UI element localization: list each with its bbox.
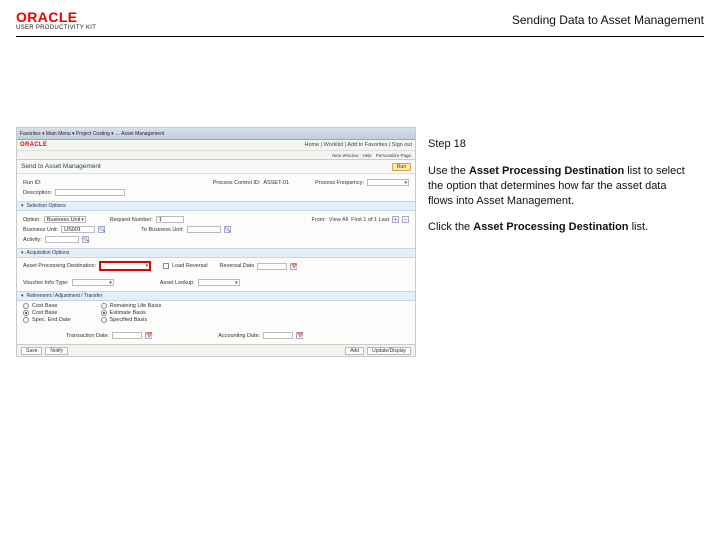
reversal-date-label: Reversal Date: [220, 263, 255, 269]
lookup-icon[interactable]: 🔍: [98, 226, 105, 233]
calendar-icon[interactable]: 📅: [145, 332, 152, 339]
radio-estimate-basis[interactable]: [101, 310, 107, 316]
app-screenshot: Favorites ▾ Main Menu ▾ Project Costing …: [16, 127, 416, 357]
radio-spec-end[interactable]: [23, 317, 29, 323]
calendar-icon[interactable]: 📅: [290, 263, 297, 270]
app-brandstrip: ORACLE Home | Worklist | Add to Favorite…: [17, 140, 415, 151]
app-title-row: Send to Asset Management Run: [17, 160, 415, 174]
acquisition-options-header[interactable]: ▾Acquisition Options: [17, 248, 415, 258]
oracle-mini-logo: ORACLE: [20, 142, 47, 148]
add-row-icon[interactable]: +: [392, 216, 399, 223]
tobu-label: To Business Unit:: [141, 227, 184, 233]
app-breadcrumb-bar: Favorites ▾ Main Menu ▾ Project Costing …: [17, 128, 415, 140]
instruction-panel: Step 18 Use the Asset Processing Destina…: [418, 37, 688, 357]
radio-cost-base-2[interactable]: [23, 310, 29, 316]
app-footer: Save Notify Add Update/Display: [17, 344, 415, 356]
retire-opt: Spec. End Date: [32, 317, 71, 323]
acct-date-label: Accounting Date:: [218, 333, 260, 339]
radio-remaining-life[interactable]: [101, 303, 107, 309]
pcid-value: ASSET-01: [263, 180, 289, 186]
retire-opt: Cost Base: [32, 310, 57, 316]
retire-opt: Remaining Life Basis: [110, 303, 162, 309]
reqnum-label: Request Number:: [110, 217, 153, 223]
app-subbar: New Window Help Personalize Page: [17, 151, 415, 160]
notify-button[interactable]: Notify: [45, 347, 68, 355]
asset-processing-destination-select[interactable]: [99, 261, 151, 271]
oracle-upk-logo: ORACLE USER PRODUCTIVITY KIT: [16, 10, 96, 31]
option-select[interactable]: Business Unit: [44, 216, 86, 223]
radio-cost-base[interactable]: [23, 303, 29, 309]
activity-label: Activity:: [23, 237, 42, 243]
tobu-input[interactable]: [187, 226, 221, 233]
load-reversal-checkbox[interactable]: [163, 263, 169, 269]
link-new-window[interactable]: New Window: [332, 153, 358, 158]
txn-date-label: Transaction Date:: [66, 333, 109, 339]
process-frequency-select[interactable]: [367, 179, 409, 186]
reqnum-input[interactable]: 1: [156, 216, 184, 223]
oracle-wordmark: ORACLE: [16, 10, 96, 24]
nav-label[interactable]: First 1 of 1 Last: [351, 217, 389, 223]
link-personalize[interactable]: Personalize Page: [376, 153, 411, 158]
add-button[interactable]: Add: [345, 347, 364, 355]
asset-proc-dest-label: Asset Processing Destination:: [23, 263, 96, 269]
asset-lookup-label: Asset Lookup:: [160, 280, 195, 286]
retire-opt: Specified Basis: [110, 317, 148, 323]
asset-lookup-select[interactable]: [198, 279, 240, 286]
acct-date-input[interactable]: [263, 332, 293, 339]
page-title: Sending Data to Asset Management: [512, 13, 704, 27]
step-number: Step 18: [428, 137, 688, 152]
del-row-icon[interactable]: −: [402, 216, 409, 223]
retirement-options-header[interactable]: ▾Retirement / Adjustment / Transfer: [17, 291, 415, 301]
reversal-date-input[interactable]: [257, 263, 287, 270]
retire-opt: Estimate Basis: [110, 310, 146, 316]
calendar-icon[interactable]: 📅: [296, 332, 303, 339]
voucher-type-select[interactable]: [72, 279, 114, 286]
load-reversal-label: Load Reversal: [172, 263, 207, 269]
instruction-paragraph-2: Click the Asset Processing Destination l…: [428, 220, 688, 235]
selection-options-header[interactable]: ▾Selection Options: [17, 201, 415, 211]
view-all-link[interactable]: View All: [329, 217, 348, 223]
instruction-paragraph-1: Use the Asset Processing Destination lis…: [428, 164, 688, 209]
app-page-title: Send to Asset Management: [21, 163, 101, 170]
bu-label: Business Unit:: [23, 227, 58, 233]
from-label: From:: [312, 217, 326, 223]
retire-opt: Cost Base: [32, 303, 57, 309]
pcid-label: Process Control ID:: [213, 180, 261, 186]
voucher-type-label: Voucher Info Type:: [23, 280, 69, 286]
breadcrumb[interactable]: Favorites ▾ Main Menu ▾ Project Costing …: [20, 131, 164, 137]
brand-links[interactable]: Home | Worklist | Add to Favorites | Sig…: [304, 142, 412, 148]
lookup-icon[interactable]: 🔍: [224, 226, 231, 233]
txn-date-input[interactable]: [112, 332, 142, 339]
runid-label: Run ID:: [23, 180, 42, 186]
lookup-icon[interactable]: 🔍: [82, 236, 89, 243]
option-label: Option:: [23, 217, 41, 223]
run-button[interactable]: Run: [392, 163, 411, 171]
link-help[interactable]: Help: [362, 153, 371, 158]
radio-specified-basis[interactable]: [101, 317, 107, 323]
description-input[interactable]: [55, 189, 125, 196]
update-display-button[interactable]: Update/Display: [367, 347, 411, 355]
oracle-subtitle: USER PRODUCTIVITY KIT: [16, 25, 96, 31]
desc-label: Description:: [23, 190, 52, 196]
pf-label: Process Frequency:: [315, 180, 364, 186]
save-button[interactable]: Save: [21, 347, 42, 355]
activity-input[interactable]: [45, 236, 79, 243]
bu-input[interactable]: US001: [61, 226, 95, 233]
